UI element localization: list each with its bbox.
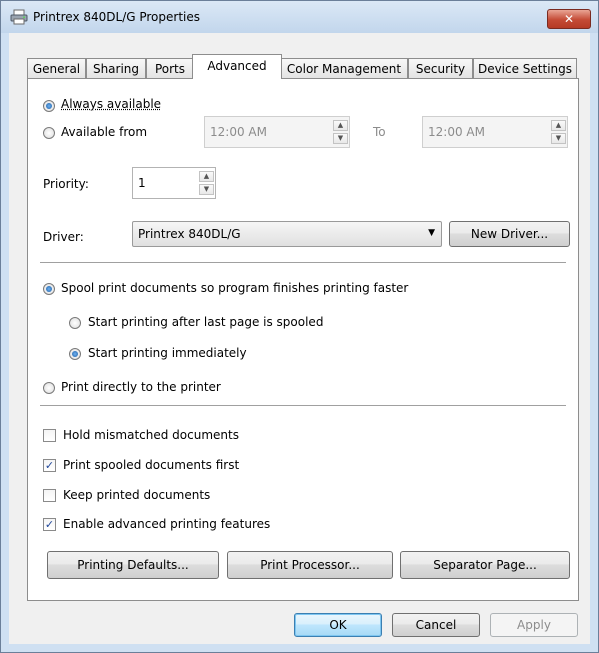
start-immediately-radio[interactable]: [69, 348, 81, 360]
print-spooled-first-label[interactable]: Print spooled documents first: [63, 458, 239, 472]
driver-dropdown-value: Printrex 840DL/G: [138, 227, 241, 241]
tab-security[interactable]: Security: [408, 58, 473, 79]
print-directly-radio[interactable]: [43, 382, 55, 394]
start-after-last-page-label[interactable]: Start printing after last page is spoole…: [88, 315, 323, 329]
from-time-down-icon[interactable]: ▼: [333, 133, 348, 144]
to-time-value: 12:00 AM: [428, 125, 485, 139]
apply-button[interactable]: Apply: [490, 613, 578, 637]
properties-window: Printrex 840DL/G Properties ✕ General Sh…: [0, 0, 599, 653]
print-directly-label[interactable]: Print directly to the printer: [61, 380, 221, 394]
enable-advanced-features-label[interactable]: Enable advanced printing features: [63, 517, 270, 531]
hold-mismatched-checkbox[interactable]: [43, 429, 56, 442]
spool-label[interactable]: Spool print documents so program finishe…: [61, 281, 408, 295]
available-from-radio[interactable]: [43, 127, 55, 139]
tab-label: Ports: [154, 62, 186, 76]
available-from-label[interactable]: Available from: [61, 125, 147, 139]
from-time-value: 12:00 AM: [210, 125, 267, 139]
printing-defaults-button-label: Printing Defaults...: [77, 558, 189, 572]
always-available-label[interactable]: Always available: [61, 97, 161, 111]
driver-label: Driver:: [43, 230, 84, 244]
to-label: To: [373, 125, 386, 139]
priority-spinner[interactable]: 1 ▲ ▼: [132, 167, 216, 199]
tab-ports[interactable]: Ports: [146, 58, 194, 79]
separator-line: [40, 405, 566, 406]
separator-page-button-label: Separator Page...: [433, 558, 537, 572]
driver-dropdown[interactable]: Printrex 840DL/G ▼: [132, 221, 442, 247]
printing-defaults-button[interactable]: Printing Defaults...: [47, 551, 219, 579]
keep-printed-label[interactable]: Keep printed documents: [63, 488, 210, 502]
from-time-spin-buttons: ▲ ▼: [333, 120, 348, 144]
start-immediately-label[interactable]: Start printing immediately: [88, 346, 247, 360]
chevron-down-icon: ▼: [428, 228, 435, 238]
priority-down-icon[interactable]: ▼: [199, 184, 214, 195]
print-processor-button[interactable]: Print Processor...: [227, 551, 393, 579]
enable-advanced-features-checkbox[interactable]: ✓: [43, 518, 56, 531]
ok-button[interactable]: OK: [294, 613, 382, 637]
ok-button-label: OK: [329, 618, 347, 632]
printer-icon: [10, 9, 28, 25]
checkmark-icon: ✓: [44, 459, 55, 472]
close-icon: ✕: [563, 12, 575, 26]
from-time-spinner[interactable]: 12:00 AM ▲ ▼: [204, 116, 350, 148]
tab-label: Sharing: [92, 62, 140, 76]
to-time-down-icon[interactable]: ▼: [551, 133, 566, 144]
from-time-up-icon[interactable]: ▲: [333, 120, 348, 131]
priority-value: 1: [138, 176, 146, 190]
print-processor-button-label: Print Processor...: [260, 558, 360, 572]
priority-label: Priority:: [43, 177, 89, 191]
advanced-tab-panel: Always available Available from 12:00 AM…: [27, 78, 579, 601]
keep-printed-checkbox[interactable]: [43, 489, 56, 502]
tab-label: General: [32, 62, 81, 76]
tab-advanced[interactable]: Advanced: [192, 54, 282, 79]
to-time-up-icon[interactable]: ▲: [551, 120, 566, 131]
window-title: Printrex 840DL/G Properties: [33, 10, 200, 24]
tab-label: Device Settings: [477, 62, 573, 76]
priority-spin-buttons: ▲ ▼: [199, 171, 214, 195]
to-time-spin-buttons: ▲ ▼: [551, 120, 566, 144]
to-time-spinner[interactable]: 12:00 AM ▲ ▼: [422, 116, 568, 148]
tab-label: Color Management: [286, 62, 402, 76]
tab-sharing[interactable]: Sharing: [86, 58, 146, 79]
separator-line: [40, 262, 566, 263]
checkmark-icon: ✓: [44, 518, 55, 531]
tab-label: Security: [415, 62, 466, 76]
separator-page-button[interactable]: Separator Page...: [400, 551, 570, 579]
title-bar[interactable]: Printrex 840DL/G Properties ✕: [1, 1, 598, 33]
new-driver-button-label: New Driver...: [470, 227, 549, 241]
spool-radio[interactable]: [43, 283, 55, 295]
cancel-button-label: Cancel: [415, 618, 457, 632]
start-after-last-page-radio[interactable]: [69, 317, 81, 329]
priority-up-icon[interactable]: ▲: [199, 171, 214, 182]
close-button[interactable]: ✕: [547, 9, 591, 29]
dialog-client-area: General Sharing Ports Advanced Color Man…: [9, 33, 590, 644]
apply-button-label: Apply: [517, 618, 551, 632]
hold-mismatched-label[interactable]: Hold mismatched documents: [63, 428, 239, 442]
always-available-radio[interactable]: [43, 100, 55, 112]
cancel-button[interactable]: Cancel: [392, 613, 480, 637]
tab-color-management[interactable]: Color Management: [280, 58, 408, 79]
new-driver-button[interactable]: New Driver...: [449, 221, 570, 247]
tab-label: Advanced: [207, 59, 267, 73]
tab-general[interactable]: General: [27, 58, 86, 79]
print-spooled-first-checkbox[interactable]: ✓: [43, 459, 56, 472]
tab-device-settings[interactable]: Device Settings: [473, 58, 577, 79]
